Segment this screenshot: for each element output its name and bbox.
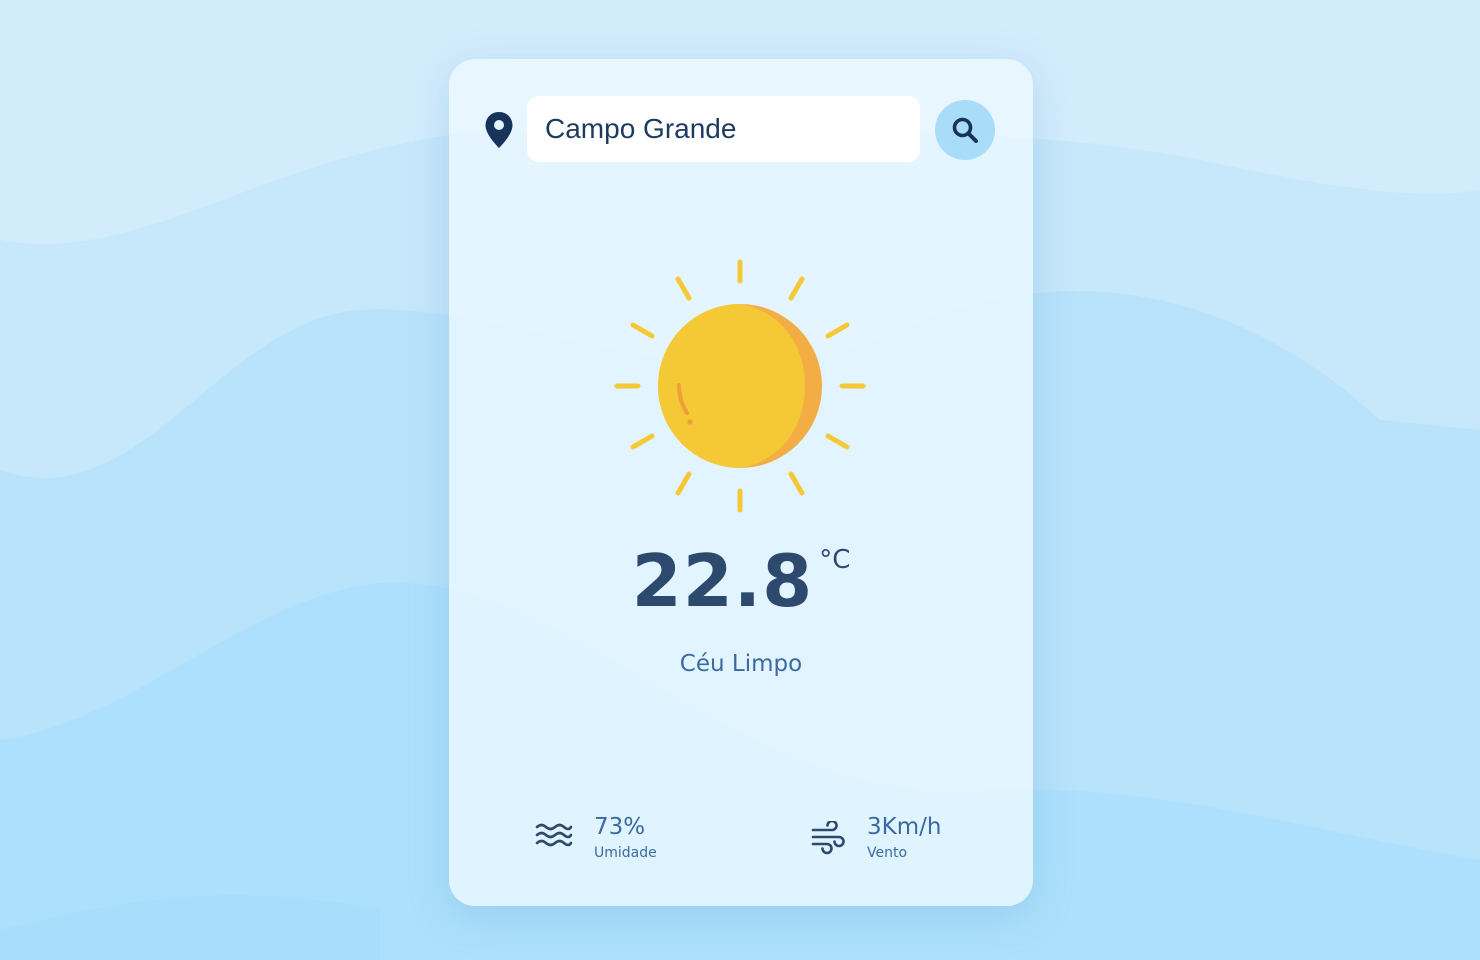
wind-label: Vento: [867, 845, 908, 861]
temperature-unit: °C: [819, 545, 851, 575]
humidity-waves-icon: [535, 823, 573, 847]
weather-app: 22.8°C Céu Limpo 73% Umidade: [0, 0, 1480, 960]
temperature-value: 22.8: [631, 539, 814, 623]
humidity-value: 73%: [594, 814, 646, 840]
search-icon: [952, 117, 978, 143]
weather-card: 22.8°C Céu Limpo 73% Umidade: [449, 59, 1033, 906]
city-search-input[interactable]: [527, 96, 920, 162]
humidity-stat: 73% Umidade: [535, 811, 695, 871]
sun-icon: [614, 259, 866, 513]
location-pin-icon: [485, 112, 513, 148]
wind-icon: [811, 821, 845, 855]
wind-stat: 3Km/h Vento: [810, 811, 970, 871]
weather-condition: Céu Limpo: [679, 651, 803, 677]
humidity-label: Umidade: [594, 845, 657, 861]
search-button[interactable]: [935, 100, 995, 160]
wind-value: 3Km/h: [867, 814, 942, 840]
temperature-display: 22.8 °C: [449, 539, 1033, 623]
